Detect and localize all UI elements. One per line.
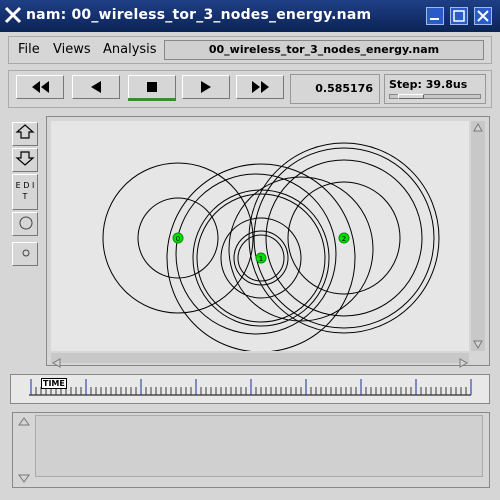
fast-forward-icon <box>252 81 269 93</box>
vertical-scroll-arrows-icon <box>473 122 483 350</box>
close-icon <box>477 10 489 22</box>
wireless-range-circles <box>102 142 440 351</box>
circle-small-icon <box>22 249 30 257</box>
close-button[interactable] <box>474 7 492 25</box>
stop-icon <box>147 82 157 92</box>
step-label: Step: 39.8us <box>389 78 468 91</box>
filename-display: 00_wireless_tor_3_nodes_energy.nam <box>164 40 484 60</box>
node-0[interactable]: 0 <box>172 232 184 244</box>
play-forward-button[interactable] <box>182 75 230 99</box>
maximize-button[interactable] <box>450 7 468 25</box>
zoom-out-button[interactable] <box>12 148 38 172</box>
step-slider-handle[interactable] <box>398 94 425 99</box>
play-backward-button[interactable] <box>72 75 120 99</box>
circle-large-button[interactable] <box>12 212 38 236</box>
rewind-button[interactable] <box>16 75 64 99</box>
menu-file[interactable]: File <box>18 42 40 57</box>
fast-forward-button[interactable] <box>236 75 284 99</box>
edit-button[interactable]: E D I T <box>12 174 38 210</box>
horizontal-scroll-arrows-icon <box>51 358 469 368</box>
zoom-in-icon <box>15 124 35 139</box>
zoom-out-icon <box>15 151 35 166</box>
panel-scroll-arrows-icon[interactable] <box>15 413 35 489</box>
network-view[interactable]: 0 1 2 <box>51 121 469 351</box>
stop-button[interactable] <box>128 75 176 99</box>
canvas-horizontal-scrollbar[interactable] <box>51 353 469 368</box>
timeline-label[interactable]: TIME <box>41 378 67 389</box>
zoom-in-button[interactable] <box>12 122 38 146</box>
node-0-label: 0 <box>176 235 180 243</box>
title-bar: nam: 00_wireless_tor_3_nodes_energy.nam <box>0 0 500 32</box>
play-backward-icon <box>91 81 101 93</box>
animation-canvas[interactable]: 0 1 2 <box>51 121 469 351</box>
canvas-vertical-scrollbar[interactable] <box>471 121 485 351</box>
node-2[interactable]: 2 <box>338 232 350 244</box>
window-title: nam: 00_wireless_tor_3_nodes_energy.nam <box>26 7 372 23</box>
node-1[interactable]: 1 <box>255 252 267 264</box>
animation-canvas-frame: 0 1 2 <box>46 116 490 368</box>
node-2-label: 2 <box>342 235 346 243</box>
step-slider[interactable] <box>389 94 481 99</box>
current-time-display: 0.585176 <box>290 74 380 104</box>
nam-window: nam: 00_wireless_tor_3_nodes_energy.nam … <box>0 0 500 500</box>
step-control: Step: 39.8us <box>384 74 486 104</box>
node-1-label: 1 <box>259 255 263 263</box>
circle-large-icon <box>19 216 33 230</box>
circle-small-button[interactable] <box>12 242 38 266</box>
play-forward-icon <box>201 81 211 93</box>
x11-logo-icon <box>4 6 22 24</box>
annotation-panel <box>12 412 490 488</box>
maximize-icon <box>453 10 465 22</box>
menu-views[interactable]: Views <box>53 42 91 57</box>
timeline-ticks <box>29 379 472 396</box>
active-indicator <box>128 98 176 101</box>
minimize-icon <box>430 18 439 20</box>
menu-analysis[interactable]: Analysis <box>103 42 157 57</box>
annotation-list[interactable] <box>35 415 483 477</box>
timeline-slider[interactable]: TIME <box>10 374 490 404</box>
minimize-button[interactable] <box>426 7 444 25</box>
rewind-icon <box>32 81 49 93</box>
